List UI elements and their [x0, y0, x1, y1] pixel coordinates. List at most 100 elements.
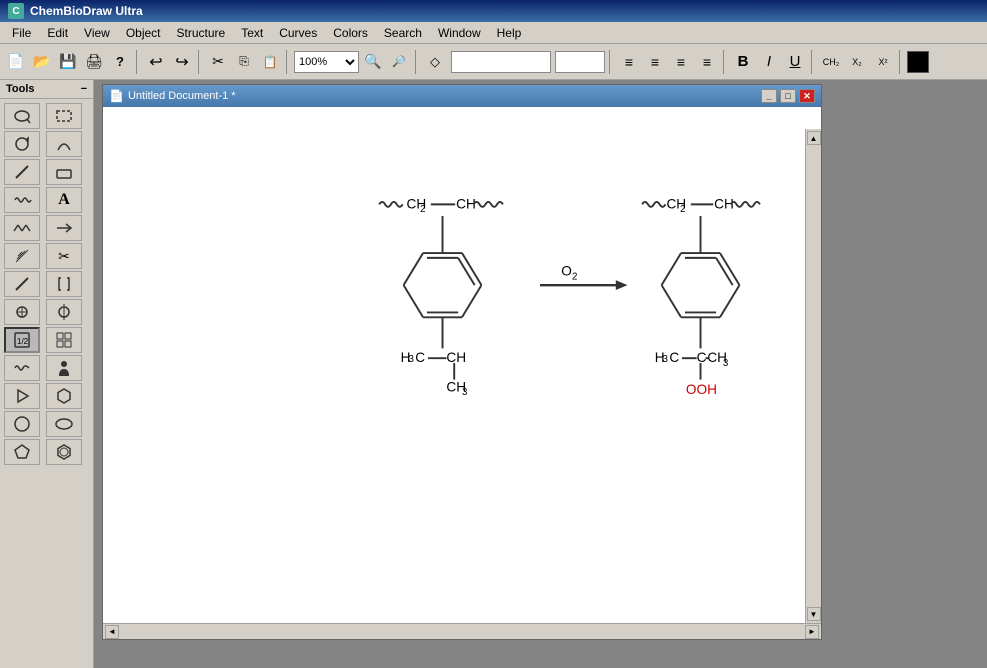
svg-text:1/2: 1/2 — [17, 337, 29, 346]
superscript-button[interactable]: X² — [871, 50, 895, 74]
svg-text:2: 2 — [680, 204, 685, 215]
toolbar-sep-3 — [286, 50, 290, 74]
help-button[interactable]: ? — [108, 50, 132, 74]
justify-button[interactable]: ≡ — [695, 50, 719, 74]
document-window: 📄 Untitled Document-1 * _ □ ✕ ▲ ▼ — [102, 84, 822, 640]
svg-text:3: 3 — [723, 358, 728, 369]
wedge-tool[interactable] — [4, 271, 40, 297]
tools-collapse-icon[interactable]: − — [81, 83, 87, 95]
menu-window[interactable]: Window — [430, 24, 489, 42]
subscript-button[interactable]: X₂ — [845, 50, 869, 74]
hexagon-tool[interactable] — [46, 383, 82, 409]
scissor-tool[interactable]: ✂ — [46, 243, 82, 269]
menu-text[interactable]: Text — [233, 24, 271, 42]
template-ring-tool[interactable]: 1/2 — [4, 327, 40, 353]
menu-object[interactable]: Object — [118, 24, 169, 42]
maximize-button[interactable]: □ — [780, 89, 796, 103]
menu-help[interactable]: Help — [489, 24, 530, 42]
save-button[interactable]: 💾 — [56, 50, 80, 74]
open-button[interactable]: 📂 — [30, 50, 54, 74]
ch2-button[interactable]: CH₂ — [819, 50, 843, 74]
align-right-button[interactable]: ≡ — [669, 50, 693, 74]
copy-button[interactable]: ⎘ — [232, 50, 256, 74]
svg-text:3: 3 — [408, 354, 413, 365]
benzene-ring-tool[interactable] — [46, 439, 82, 465]
lasso-select-tool[interactable] — [4, 103, 40, 129]
align-center-button[interactable]: ≡ — [643, 50, 667, 74]
wavy-bond-tool[interactable] — [4, 187, 40, 213]
svg-text:C: C — [697, 350, 707, 365]
rotate-tool[interactable] — [4, 131, 40, 157]
undo-button[interactable]: ↩ — [144, 50, 168, 74]
tools-label: Tools — [6, 83, 35, 95]
minimize-button[interactable]: _ — [761, 89, 777, 103]
menu-curves[interactable]: Curves — [271, 24, 325, 42]
svg-text:OOH: OOH — [686, 382, 717, 397]
fill-color-selector[interactable] — [451, 51, 551, 73]
text-tool[interactable]: A — [46, 187, 82, 213]
toolbar-sep-8 — [899, 50, 903, 74]
wavy-line-tool[interactable] — [4, 355, 40, 381]
document-canvas[interactable]: ▲ ▼ CH 2 CH — [103, 107, 821, 623]
pentagon-ring-tool[interactable] — [4, 439, 40, 465]
menu-search[interactable]: Search — [376, 24, 430, 42]
document-controls: _ □ ✕ — [761, 89, 815, 103]
play-tool[interactable] — [4, 383, 40, 409]
atom-map-tool[interactable] — [4, 299, 40, 325]
cut-button[interactable]: ✂ — [206, 50, 230, 74]
menu-file[interactable]: File — [4, 24, 39, 42]
svg-text:2: 2 — [420, 204, 425, 215]
chain-tool[interactable] — [4, 215, 40, 241]
app-title: ChemBioDraw Ultra — [30, 4, 143, 18]
horizontal-scrollbar[interactable]: ◄ ► — [103, 623, 821, 639]
print-button[interactable]: 🖨 — [82, 50, 106, 74]
menu-edit[interactable]: Edit — [39, 24, 76, 42]
zoom-out-button[interactable]: 🔎 — [387, 50, 411, 74]
color-swatch[interactable] — [907, 51, 929, 73]
tools-grid: A — [0, 99, 93, 469]
menu-view[interactable]: View — [76, 24, 118, 42]
app-title-bar: C ChemBioDraw Ultra — [0, 0, 987, 22]
close-button[interactable]: ✕ — [799, 89, 815, 103]
hscroll-track[interactable] — [119, 627, 805, 637]
bold-button[interactable]: B — [731, 50, 755, 74]
paste-button[interactable]: 📋 — [258, 50, 282, 74]
tools-panel: Tools − — [0, 80, 94, 668]
attach-tool[interactable] — [46, 299, 82, 325]
scroll-left-arrow[interactable]: ◄ — [105, 625, 119, 639]
zoom-in-button[interactable]: 🔍 — [361, 50, 385, 74]
underline-button[interactable]: U — [783, 50, 807, 74]
svg-text:3: 3 — [663, 354, 668, 365]
line-color-selector[interactable] — [555, 51, 605, 73]
toolbar-sep-5 — [609, 50, 613, 74]
shape-tool-button[interactable]: ◇ — [423, 50, 447, 74]
person-tool[interactable] — [46, 355, 82, 381]
redo-button[interactable]: ↪ — [170, 50, 194, 74]
toolbar-sep-7 — [811, 50, 815, 74]
hash-bond-tool[interactable] — [4, 243, 40, 269]
bracket-tool[interactable] — [46, 271, 82, 297]
toolbar-sep-4 — [415, 50, 419, 74]
toolbar-sep-2 — [198, 50, 202, 74]
tools-header: Tools − — [0, 80, 93, 99]
zoom-select[interactable]: 50% 75% 100% 150% 200% — [294, 51, 359, 73]
svg-text:CH: CH — [456, 196, 476, 211]
bond-curved-tool[interactable] — [46, 131, 82, 157]
toolbar: 📄 📂 💾 🖨 ? ↩ ↪ ✂ ⎘ 📋 50% 75% 100% 150% 20… — [0, 44, 987, 80]
template-grid-tool[interactable] — [46, 327, 82, 353]
scroll-right-arrow[interactable]: ► — [805, 625, 819, 639]
rect-select-tool[interactable] — [46, 103, 82, 129]
bond-single-tool[interactable] — [4, 159, 40, 185]
new-button[interactable]: 📄 — [4, 50, 28, 74]
eraser-tool[interactable] — [46, 159, 82, 185]
italic-button[interactable]: I — [757, 50, 781, 74]
align-left-button[interactable]: ≡ — [617, 50, 641, 74]
svg-text:C: C — [415, 350, 425, 365]
menu-colors[interactable]: Colors — [325, 24, 376, 42]
circle-tool[interactable] — [4, 411, 40, 437]
menu-structure[interactable]: Structure — [169, 24, 234, 42]
document-title: Untitled Document-1 * — [128, 90, 236, 102]
arrow-tool[interactable] — [46, 215, 82, 241]
oval-tool[interactable] — [46, 411, 82, 437]
toolbar-sep-6 — [723, 50, 727, 74]
